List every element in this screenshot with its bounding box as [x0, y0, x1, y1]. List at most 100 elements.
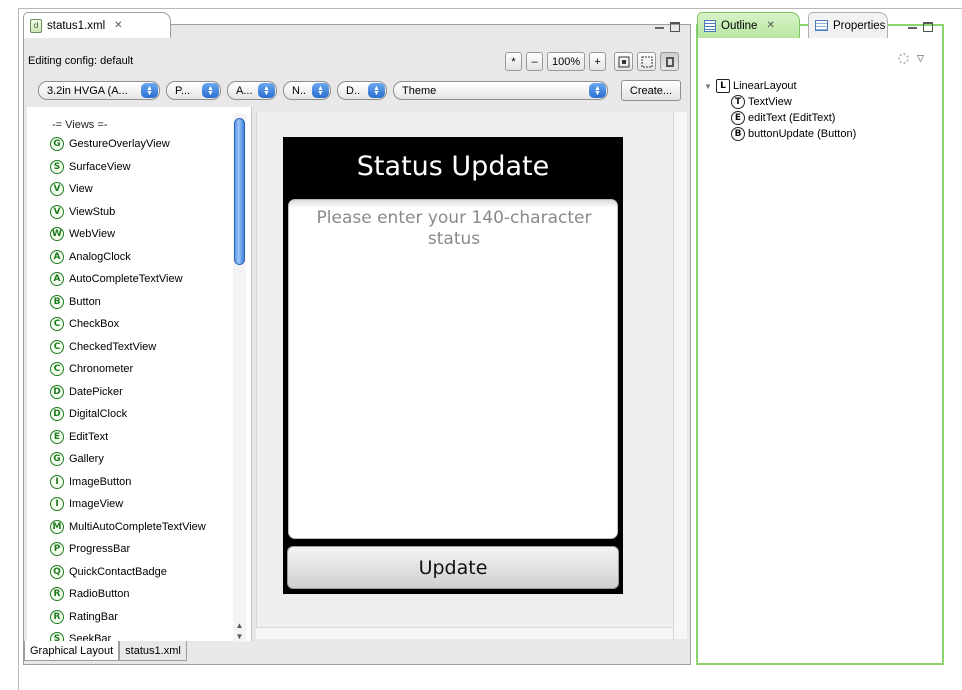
palette-item-label: GestureOverlayView — [69, 138, 170, 151]
widget-letter-icon: G — [50, 452, 64, 467]
chevron-updown-icon: ▲ ▼ — [589, 83, 606, 98]
palette-scrollbar[interactable]: ▲ ▼ — [233, 114, 246, 642]
preview-title[interactable]: Status Update — [283, 151, 623, 182]
palette-item[interactable]: M MultiAutoCompleteTextView — [27, 516, 251, 539]
canvas-vertical-scrollbar[interactable] — [673, 112, 687, 639]
palette-item-label: MultiAutoCompleteTextView — [69, 520, 206, 533]
tab-outline[interactable]: Outline ✕ — [697, 12, 800, 38]
palette-item[interactable]: B Button — [27, 291, 251, 314]
preview-hint: Please enter your 140-character status — [316, 208, 592, 249]
zoom-star-button[interactable]: * — [505, 52, 522, 71]
maximize-icon[interactable] — [923, 22, 933, 32]
widget-letter-icon: C — [50, 362, 64, 377]
widget-letter-icon: M — [50, 519, 64, 534]
minimize-icon[interactable] — [908, 20, 917, 29]
expand-triangle-icon[interactable]: ▼ — [704, 82, 713, 91]
maximize-icon[interactable] — [670, 22, 680, 32]
palette-item[interactable]: D DigitalClock — [27, 403, 251, 426]
palette-item-label: Button — [69, 295, 101, 308]
config-select[interactable]: 3.2in HVGA (A... ▲ ▼ — [38, 81, 160, 100]
clip-to-screen-icon[interactable] — [660, 52, 680, 71]
canvas-horizontal-scrollbar[interactable] — [256, 627, 673, 639]
widget-letter-icon: G — [50, 137, 64, 152]
palette-item[interactable]: A AnalogClock — [27, 246, 251, 269]
config-select-label: A... — [236, 84, 253, 97]
palette-item-label: CheckBox — [69, 318, 120, 331]
palette-item[interactable]: W WebView — [27, 223, 251, 246]
node-letter-icon: B — [731, 127, 745, 141]
palette-item-label: SeekBar — [69, 633, 112, 641]
palette-item[interactable]: C CheckedTextView — [27, 336, 251, 359]
palette-item[interactable]: I ImageView — [27, 493, 251, 516]
widget-letter-icon: V — [50, 182, 64, 197]
node-letter-icon: E — [731, 111, 745, 125]
view-menu-icon[interactable]: ▽ — [917, 53, 924, 64]
preview-update-button[interactable]: Update — [287, 546, 619, 589]
palette-item[interactable]: S SeekBar — [27, 628, 251, 641]
palette-item[interactable]: C Chronometer — [27, 358, 251, 381]
config-select[interactable]: N.. ▲ ▼ — [283, 81, 331, 100]
widget-letter-icon: D — [50, 384, 64, 399]
palette-item-label: DatePicker — [69, 385, 123, 398]
create-config-button[interactable]: Create... — [621, 80, 681, 101]
palette-item-label: QuickContactBadge — [69, 565, 167, 578]
palette-item[interactable]: P ProgressBar — [27, 538, 251, 561]
editor-tab[interactable]: d status1.xml ✕ — [23, 12, 171, 38]
tab-properties[interactable]: Properties — [808, 12, 888, 38]
outline-tree-node[interactable]: BbuttonUpdate (Button) — [704, 126, 856, 142]
palette-item[interactable]: Q QuickContactBadge — [27, 561, 251, 584]
palette-item[interactable]: V ViewStub — [27, 201, 251, 224]
zoom-in-button[interactable]: + — [589, 52, 607, 71]
config-select[interactable]: A... ▲ ▼ — [227, 81, 277, 100]
outline-window-controls — [908, 22, 933, 32]
palette-item-label: Gallery — [69, 453, 104, 466]
close-icon[interactable]: ✕ — [114, 20, 122, 31]
palette-item[interactable]: V View — [27, 178, 251, 201]
outline-node-label: TextView — [748, 96, 792, 108]
palette-item[interactable]: E EditText — [27, 426, 251, 449]
palette-item-label: ImageButton — [69, 475, 132, 488]
config-select-label: P... — [175, 84, 191, 97]
palette-item[interactable]: C CheckBox — [27, 313, 251, 336]
widget-letter-icon: S — [50, 632, 64, 641]
zoom-level[interactable]: 100% — [547, 52, 586, 71]
palette-item[interactable]: R RatingBar — [27, 606, 251, 629]
properties-icon — [815, 20, 828, 31]
tab-graphical-layout[interactable]: Graphical Layout — [24, 641, 120, 661]
chevron-updown-icon: ▲ ▼ — [141, 83, 158, 98]
scroll-arrows[interactable]: ▲ ▼ — [233, 620, 246, 642]
config-select[interactable]: D.. ▲ ▼ — [337, 81, 387, 100]
editor-tab-label: status1.xml — [47, 19, 106, 32]
outline-tree-node[interactable]: ▼ L LinearLayout — [704, 78, 856, 94]
widget-letter-icon: C — [50, 339, 64, 354]
config-select[interactable]: P... ▲ ▼ — [166, 81, 221, 100]
palette-item[interactable]: D DatePicker — [27, 381, 251, 404]
palette-item[interactable]: G Gallery — [27, 448, 251, 471]
preview-edit-text[interactable]: Please enter your 140-character status — [288, 199, 618, 539]
widget-letter-icon: I — [50, 497, 64, 512]
outline-tree-node[interactable]: T TextView — [704, 94, 856, 110]
chevron-updown-icon: ▲ ▼ — [368, 83, 385, 98]
zoom-out-button[interactable]: – — [526, 52, 543, 71]
palette-item-label: Chronometer — [69, 363, 134, 376]
palette-item[interactable]: R RadioButton — [27, 583, 251, 606]
outline-tree-node[interactable]: EeditText (EditText) — [704, 110, 856, 126]
palette-item[interactable]: S SurfaceView — [27, 156, 251, 179]
fit-to-screen-icon[interactable] — [614, 52, 634, 71]
minimize-icon[interactable] — [655, 20, 664, 29]
palette-item[interactable]: I ImageButton — [27, 471, 251, 494]
show-outline-icon[interactable] — [637, 52, 657, 71]
tab-xml-source[interactable]: status1.xml — [119, 641, 187, 661]
chevron-updown-icon: ▲ ▼ — [202, 83, 219, 98]
config-select-label: N.. — [292, 84, 307, 97]
views-palette: -= Views =- G GestureOverlayView S SurfaceV… — [27, 107, 252, 641]
palette-item-label: View — [69, 183, 93, 196]
palette-item[interactable]: A AutoCompleteTextView — [27, 268, 251, 291]
palette-item-label: ViewStub — [69, 205, 116, 218]
palette-item[interactable]: G GestureOverlayView — [27, 133, 251, 156]
close-icon[interactable]: ✕ — [766, 20, 774, 31]
gear-icon[interactable] — [898, 53, 909, 64]
widget-letter-icon: R — [50, 587, 64, 602]
config-select[interactable]: Theme ▲ ▼ — [393, 81, 608, 100]
palette-scroll-thumb[interactable] — [234, 118, 245, 265]
